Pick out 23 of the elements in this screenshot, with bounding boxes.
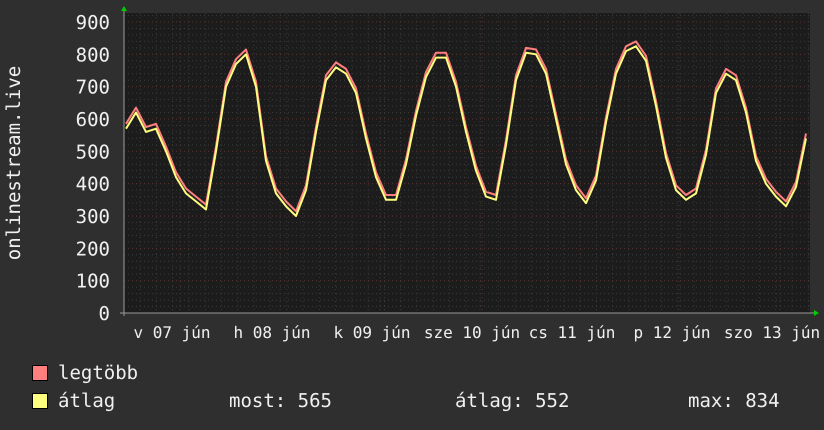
stat-value: most: 565 (229, 389, 333, 413)
x-tick-label: cs 11 jún (528, 323, 616, 342)
legend-label: legtöbb (58, 361, 138, 385)
legend-label: átlag (58, 389, 116, 413)
y-tick-label: 100 (76, 270, 110, 293)
x-tick-label: p 12 jún (633, 323, 711, 342)
y-tick-label: 800 (76, 44, 110, 66)
y-axis-title: onlinestream.live (3, 66, 25, 260)
x-tick-label: v 07 jún (133, 323, 211, 342)
y-tick-label: 200 (76, 238, 110, 260)
y-tick-label: 700 (76, 76, 110, 99)
x-tick-label: sze 10 jún (424, 323, 520, 342)
stat-value: átlag: 552 (455, 389, 570, 413)
x-tick-label: h 08 jún (233, 323, 311, 342)
x-tick-label: szo 13 jún (724, 323, 820, 342)
y-tick-label: 900 (76, 12, 110, 34)
y-tick-label: 500 (76, 141, 110, 164)
stat-value: max: 834 (688, 389, 780, 413)
y-tick-label: 0 (98, 303, 110, 325)
x-tick-label: k 09 jún (333, 323, 411, 342)
y-tick-label: 400 (76, 174, 110, 196)
y-tick-label: 600 (76, 109, 110, 131)
y-tick-label: 300 (76, 206, 110, 228)
